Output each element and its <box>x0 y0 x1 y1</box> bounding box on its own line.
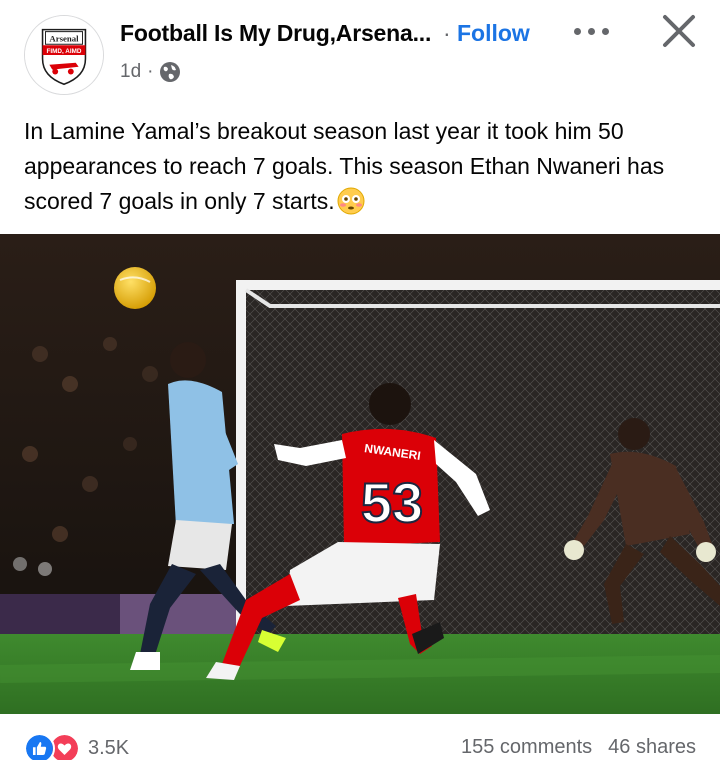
close-button[interactable] <box>656 8 702 54</box>
avatar-text-top: Arsenal <box>49 33 79 43</box>
like-reaction-icon <box>24 732 55 760</box>
arsenal-crest-logo: Arsenal FIMD, AIMD <box>25 16 103 94</box>
meta-separator: · <box>147 61 154 82</box>
page-name[interactable]: Football Is My Drug,Arsena... <box>120 20 431 47</box>
close-icon <box>663 15 695 47</box>
more-dots-icon <box>602 28 609 35</box>
more-dots-icon <box>574 28 581 35</box>
post-photo[interactable]: NWANERI 53 <box>0 234 720 714</box>
avatar-text-bottom: FIMD, AIMD <box>47 48 82 55</box>
post-meta: 1d · <box>120 60 181 84</box>
more-options-button[interactable] <box>568 16 618 46</box>
shares-count[interactable]: 46 shares <box>608 736 696 759</box>
reaction-summary[interactable]: 3.5K <box>24 732 129 760</box>
flushed-face-icon <box>337 187 365 215</box>
comments-count[interactable]: 155 comments <box>461 736 592 759</box>
post-header: Arsenal FIMD, AIMD Football Is My Drug,A… <box>0 0 720 100</box>
post-footer: 3.5K 155 comments 46 shares <box>0 720 720 760</box>
football-action-photo: NWANERI 53 <box>0 234 720 714</box>
header-separator: · <box>443 20 451 46</box>
follow-button[interactable]: Follow <box>457 20 530 47</box>
reaction-count: 3.5K <box>88 736 130 759</box>
jersey-number: 53 <box>361 471 423 534</box>
more-dots-icon <box>588 28 595 35</box>
engagement-stats: 155 comments 46 shares <box>461 736 696 759</box>
globe-icon <box>160 62 181 82</box>
post-time[interactable]: 1d <box>120 61 141 83</box>
post-text: In Lamine Yamal’s breakout season last y… <box>24 114 704 219</box>
page-avatar[interactable]: Arsenal FIMD, AIMD <box>24 15 104 95</box>
